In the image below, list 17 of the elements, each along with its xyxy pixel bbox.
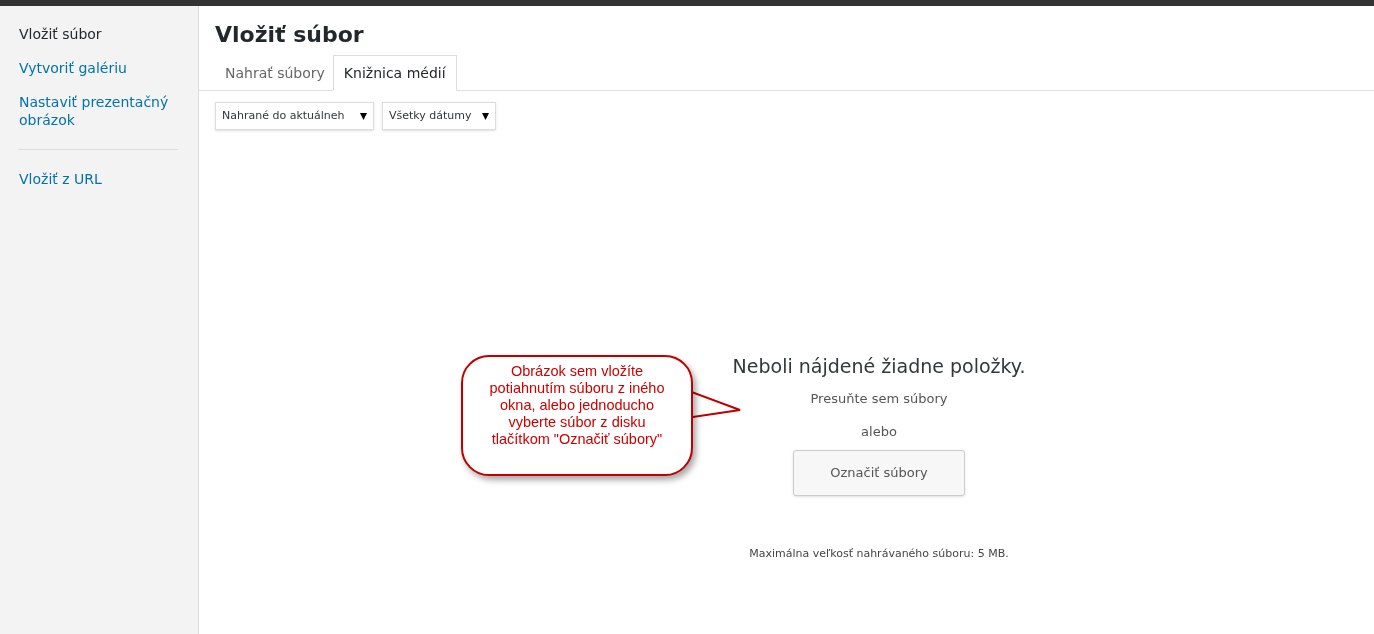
drop-hint: Presuňte sem súbory — [810, 389, 948, 408]
sidebar-item[interactable]: Nastaviť prezentačný obrázok — [19, 93, 178, 129]
tab[interactable]: Nahrať súbory — [215, 55, 333, 91]
caret-icon — [482, 112, 489, 120]
max-size-text: Maximálna veľkosť nahrávaného súboru: 5 MB. — [749, 545, 1009, 562]
tab[interactable]: Knižnica médií — [332, 55, 457, 91]
or-text: alebo — [861, 423, 897, 441]
sidebar-item[interactable]: Vytvoriť galériu — [19, 59, 178, 77]
caret-icon — [360, 112, 367, 120]
select-files-button[interactable]: Označiť súbory — [793, 449, 965, 496]
sidebar-item[interactable]: Vložiť z URL — [19, 170, 178, 188]
filter-dropdown[interactable]: Všetky dátumy — [382, 102, 496, 130]
empty-heading: Neboli nájdené žiadne položky. — [732, 354, 1026, 379]
page-title: Vložiť súbor — [214, 21, 365, 49]
filter-dropdown[interactable]: Nahrané do aktuálneh — [215, 102, 374, 130]
callout-bubble: Obrázok sem vložíte potiahnutím súboru z iného okna, alebo jednoducho vyberte súbor z disku tlačítkom "Označiť súbory" — [461, 355, 693, 476]
sidebar-item[interactable]: Vložiť súbor — [19, 25, 178, 43]
